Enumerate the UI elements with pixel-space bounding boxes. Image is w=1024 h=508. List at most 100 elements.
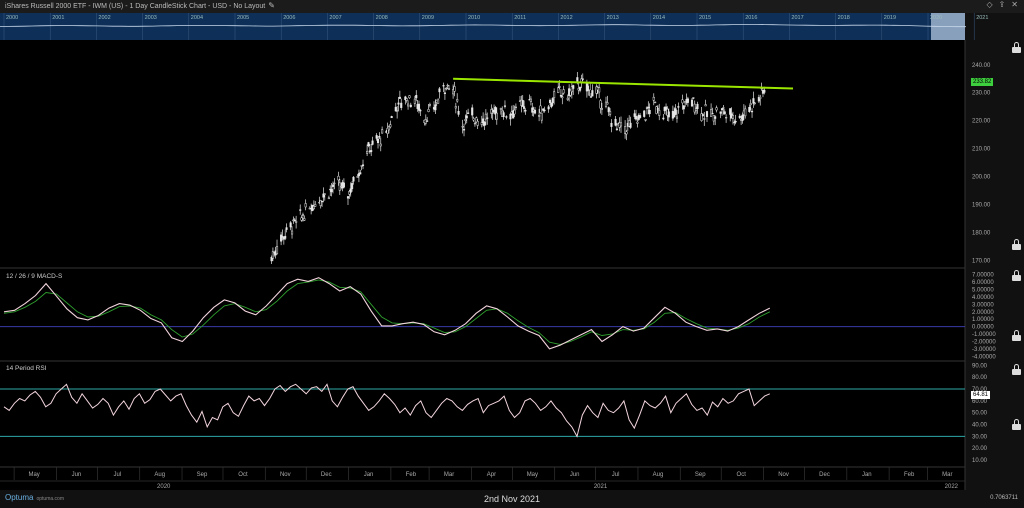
candle-body — [681, 99, 684, 104]
candle-body — [312, 206, 315, 210]
candle-body — [415, 95, 418, 99]
candle-body — [705, 111, 709, 117]
candle-body — [428, 104, 431, 106]
candle-body — [548, 99, 552, 104]
candle-body — [753, 102, 756, 104]
lock-icon[interactable] — [1012, 239, 1021, 250]
lock-icon[interactable] — [1012, 419, 1021, 430]
candle-body — [576, 77, 579, 82]
candle-body — [644, 119, 647, 121]
chart-canvas[interactable]: 2000 2001 2002 2003 2004 2005 2006 2007 2008 2009… — [0, 0, 1024, 508]
lock-icon[interactable] — [1012, 42, 1021, 53]
candle-body — [356, 176, 359, 178]
navigator-year-label: 2017 — [791, 15, 803, 21]
candle-body — [667, 111, 670, 118]
price-tick-label: 190.00 — [972, 203, 991, 209]
candle-body — [734, 121, 737, 123]
price-tick-label: 170.00 — [972, 258, 991, 264]
candle-body — [409, 104, 412, 108]
candle-body — [390, 116, 393, 119]
lock-icon[interactable] — [1012, 330, 1021, 341]
navigator-year-label: 2003 — [145, 15, 157, 21]
month-tick-label: Mar — [942, 472, 952, 478]
candle-body — [397, 102, 400, 105]
navigator-year-label: 2007 — [329, 15, 341, 21]
candle-body — [400, 102, 403, 108]
candle-body — [379, 143, 382, 147]
rsi-line — [3, 383, 771, 438]
candle-body — [445, 87, 448, 90]
macd-tick-label: 1.00000 — [972, 317, 994, 323]
navigator-year-label: 2012 — [560, 15, 572, 21]
candle-body — [295, 221, 298, 223]
candle-body — [427, 109, 430, 112]
candle-body — [349, 188, 352, 193]
price-panel — [270, 71, 794, 265]
price-tick-label: 220.00 — [972, 119, 991, 125]
candle-body — [589, 96, 593, 98]
candle-body — [323, 193, 326, 195]
candle-body — [696, 103, 699, 110]
candle-body — [327, 197, 330, 200]
candle-body — [465, 115, 468, 119]
navigator-year-label: 2004 — [191, 15, 203, 21]
candle-body — [486, 117, 489, 119]
candle-body — [749, 103, 752, 106]
candle-body — [751, 110, 754, 113]
macd-tick-label: -4.00000 — [972, 354, 996, 360]
navigator-year-label: 2016 — [745, 15, 757, 21]
candle-body — [289, 222, 292, 228]
rsi-tick-label: 30.00 — [972, 434, 988, 440]
macd-tick-label: 6.00000 — [972, 280, 994, 286]
lock-icon[interactable] — [1012, 364, 1021, 375]
month-tick-label: Feb — [406, 472, 417, 478]
candle-body — [280, 234, 283, 242]
candle-body — [551, 98, 554, 103]
candle-body — [293, 219, 296, 221]
month-tick-label: Jun — [72, 472, 82, 478]
macd-tick-label: -2.00000 — [972, 339, 996, 345]
candle-body — [579, 86, 582, 91]
lock-icon[interactable] — [1012, 270, 1021, 281]
candle-body — [337, 175, 340, 181]
scale-readout: 0.7063711 — [990, 495, 1018, 501]
navigator-year-label: 2008 — [376, 15, 388, 21]
candle-body — [658, 110, 661, 116]
candle-body — [675, 116, 679, 119]
candle-body — [467, 112, 470, 114]
candle-body — [509, 113, 512, 120]
macd-panel-title: 12 / 26 / 9 MACD-S — [6, 273, 63, 280]
candle-body — [371, 140, 374, 145]
candle-body — [553, 91, 556, 98]
candle-body — [731, 115, 734, 119]
candle-body — [513, 109, 516, 115]
candle-body — [561, 96, 564, 99]
candle-body — [456, 99, 459, 102]
candle-body — [725, 117, 728, 119]
candle-body — [370, 150, 373, 152]
rsi-tick-label: 80.00 — [972, 375, 988, 381]
candle-body — [598, 87, 601, 93]
macd-tick-label: -1.00000 — [972, 332, 996, 338]
candle-body — [720, 108, 724, 111]
candle-body — [299, 209, 302, 211]
candle-body — [457, 111, 460, 115]
candle-body — [559, 95, 562, 97]
resistance-trendline — [453, 77, 794, 90]
macd-tick-label: 3.00000 — [972, 302, 994, 308]
candle-body — [533, 109, 537, 114]
candle-body — [502, 112, 505, 118]
macd-tick-label: -3.00000 — [972, 347, 996, 353]
candle-body — [703, 118, 706, 120]
candle-body — [408, 95, 411, 99]
candle-body — [314, 204, 317, 207]
candle-body — [662, 117, 665, 120]
candle-body — [301, 214, 304, 216]
candle-body — [464, 119, 467, 121]
navigator-year-label: 2021 — [976, 15, 988, 21]
candle-body — [547, 106, 550, 110]
candle-body — [588, 83, 591, 91]
navigator-year-label: 2002 — [98, 15, 110, 21]
navigator-year-label: 2018 — [838, 15, 850, 21]
candle-body — [405, 98, 408, 101]
